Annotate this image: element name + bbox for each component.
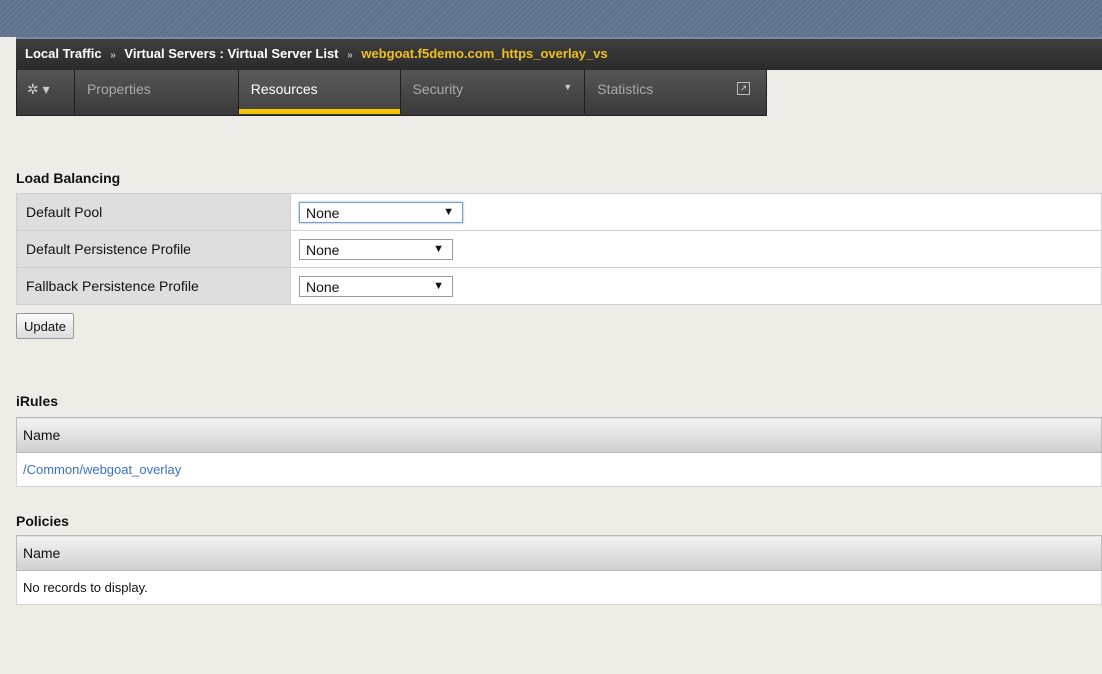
fallback-persistence-select[interactable]: None ▼ [299,275,453,297]
tab-properties[interactable]: Properties [74,70,239,114]
tab-properties-label: Properties [86,81,151,97]
fallback-persistence-cell: None ▼ [290,267,1102,305]
tab-bar: ✲ ▾ Properties Resources Security ▼ Stat… [16,70,767,116]
irules-title: iRules [16,393,59,409]
table-row: No records to display. [16,570,1102,605]
top-banner [0,0,1102,37]
chevron-down-icon: ▼ [563,82,573,92]
policies-title: Policies [16,513,69,529]
default-persistence-value: None [306,241,340,258]
gear-icon: ✲ ▾ [27,81,50,97]
table-row: Fallback Persistence Profile None ▼ [16,267,1102,305]
chevron-down-icon: ▼ [433,242,444,255]
chevron-down-icon: ▼ [443,205,454,218]
table-row: /Common/webgoat_overlay [16,452,1102,487]
external-window-icon[interactable]: ↗ [737,82,750,95]
table-header-row: Name [16,417,1102,453]
policies-name-column-header[interactable]: Name [16,535,1102,571]
default-persistence-label: Default Persistence Profile [16,230,291,268]
default-pool-label: Default Pool [16,193,291,231]
tab-statistics[interactable]: Statistics ↗ [585,70,766,114]
tab-resources[interactable]: Resources [238,70,401,114]
irules-table: Name /Common/webgoat_overlay [16,417,1102,487]
breadcrumb-separator: » [347,50,353,61]
breadcrumb-virtual-server-list[interactable]: Virtual Servers : Virtual Server List [124,46,338,61]
default-pool-value: None [306,204,340,221]
load-balancing-table: Default Pool None ▼ Default Persistence … [16,193,1102,305]
load-balancing-title: Load Balancing [16,170,121,186]
breadcrumb: Local Traffic » Virtual Servers : Virtua… [16,37,1102,70]
breadcrumb-local-traffic[interactable]: Local Traffic [25,46,102,61]
tab-statistics-label: Statistics [597,81,654,97]
policies-empty-message: No records to display. [16,570,1102,605]
table-header-row: Name [16,535,1102,571]
fallback-persistence-value: None [306,278,340,295]
chevron-down-icon: ▼ [433,279,444,292]
default-persistence-cell: None ▼ [290,230,1102,268]
default-pool-cell: None ▼ [290,193,1102,231]
tab-resources-label: Resources [250,81,318,97]
default-pool-select[interactable]: None ▼ [299,201,463,223]
tab-security[interactable]: Security ▼ [400,70,586,114]
policies-table: Name No records to display. [16,535,1102,605]
table-row: Default Pool None ▼ [16,193,1102,231]
gear-menu-button[interactable]: ✲ ▾ [17,70,75,114]
irule-link[interactable]: /Common/webgoat_overlay [23,462,181,477]
tab-security-label: Security [412,81,464,97]
default-persistence-select[interactable]: None ▼ [299,238,453,260]
breadcrumb-separator: » [110,50,116,61]
fallback-persistence-label: Fallback Persistence Profile [16,267,291,305]
breadcrumb-current: webgoat.f5demo.com_https_overlay_vs [361,46,608,61]
irule-cell: /Common/webgoat_overlay [16,452,1102,487]
table-row: Default Persistence Profile None ▼ [16,230,1102,268]
irules-name-column-header[interactable]: Name [16,417,1102,453]
update-button[interactable]: Update [16,313,74,339]
